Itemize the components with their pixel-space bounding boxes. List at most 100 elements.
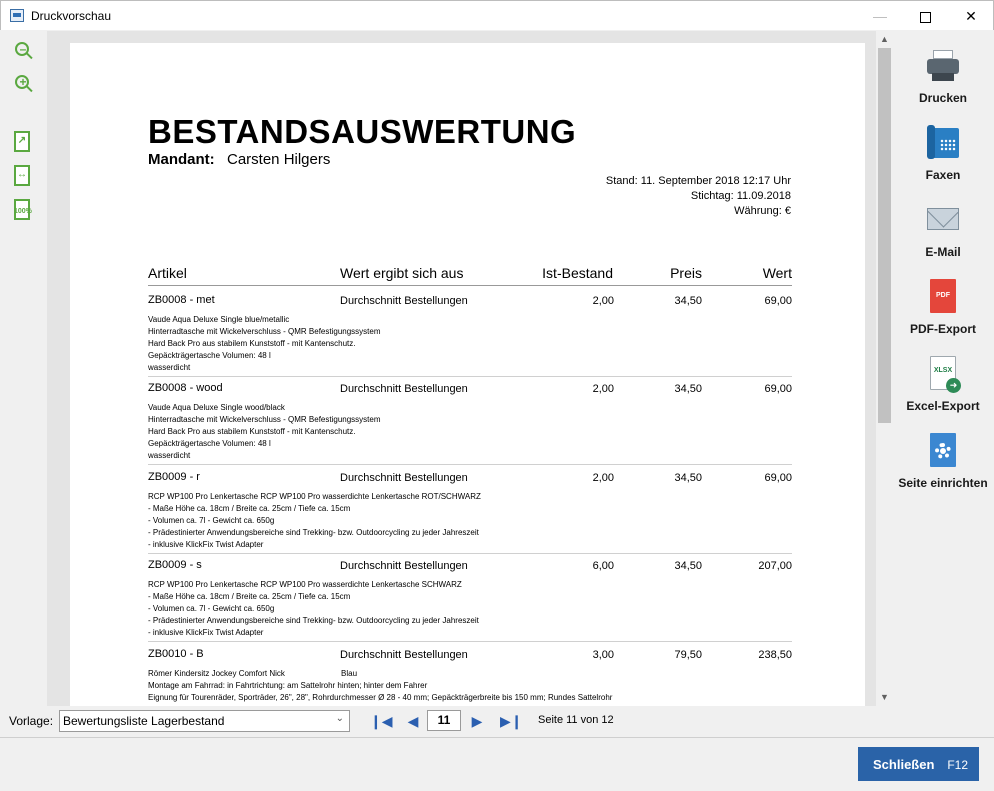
print-label: Drucken (918, 91, 968, 105)
page-setup-button[interactable]: Seite einrichten (897, 433, 989, 497)
header-divider (148, 285, 792, 286)
scroll-down-icon[interactable]: ▼ (876, 689, 893, 706)
column-header-wert: Wert (762, 265, 792, 281)
fit-page-icon: ↗ (14, 131, 30, 152)
bestand-cell: 6,00 (592, 560, 614, 572)
scroll-thumb[interactable] (878, 48, 891, 423)
row-divider (148, 464, 792, 465)
bestand-cell: 3,00 (592, 649, 614, 661)
column-header-ist-bestand: Ist-Bestand (542, 265, 613, 281)
prev-page-button[interactable]: ◀ (402, 710, 424, 732)
email-label: E-Mail (925, 245, 961, 259)
scroll-up-icon[interactable]: ▲ (876, 31, 893, 48)
excel-icon: XLSX ➜ (927, 356, 961, 393)
quelle-cell: Durchschnitt Bestellungen (340, 383, 468, 395)
vorlage-select[interactable]: Bewertungsliste Lagerbestand ⌄ (59, 710, 350, 732)
preview-area[interactable]: BESTANDSAUSWERTUNG Mandant: Carsten Hilg… (47, 31, 876, 706)
fax-icon (927, 125, 959, 161)
prev-page-icon: ◀ (407, 713, 419, 729)
bestand-cell: 2,00 (592, 472, 614, 484)
preis-cell: 79,50 (674, 649, 702, 661)
first-page-button[interactable]: ❙◀ (370, 710, 393, 732)
description: Vaude Aqua Deluxe Single wood/black Hinte… (148, 403, 381, 460)
column-header-artikel: Artikel (148, 265, 187, 281)
excel-export-label: Excel-Export (906, 399, 980, 413)
quelle-cell: Durchschnitt Bestellungen (340, 649, 468, 661)
artikel-cell: ZB0009 - s (148, 559, 202, 571)
stichtag-text: Stichtag: 11.09.2018 (690, 190, 791, 202)
app-icon (10, 9, 24, 22)
chevron-down-icon: ⌄ (335, 713, 344, 724)
zoom-100-icon: 100% (14, 199, 32, 220)
last-page-button[interactable]: ▶❙ (500, 710, 523, 732)
description: Römer Kindersitz Jockey Comfort Nick Mont… (148, 669, 613, 702)
last-page-icon: ▶❙ (500, 713, 523, 729)
print-button[interactable]: Drucken (897, 48, 989, 112)
maximize-button[interactable] (902, 1, 948, 31)
vorlage-value: Bewertungsliste Lagerbestand (63, 714, 225, 728)
preis-cell: 34,50 (674, 472, 702, 484)
zoom-100-button[interactable]: 100% (11, 198, 35, 222)
preis-cell: 34,50 (674, 383, 702, 395)
pdf-export-button[interactable]: PDF PDF-Export (897, 279, 989, 343)
page-number-input[interactable]: 11 (427, 710, 461, 731)
description: Vaude Aqua Deluxe Single blue/metallic Hi… (148, 315, 381, 372)
fit-width-icon: ↔ (14, 165, 30, 186)
close-shortcut: F12 (947, 758, 968, 772)
row-divider (148, 376, 792, 377)
mail-icon (927, 202, 959, 238)
quelle-cell: Durchschnitt Bestellungen (340, 472, 468, 484)
excel-export-button[interactable]: XLSX ➜ Excel-Export (897, 356, 989, 420)
page-setup-icon (927, 433, 959, 469)
pdf-export-label: PDF-Export (910, 322, 976, 336)
fit-page-button[interactable]: ↗ (11, 130, 35, 154)
minimize-button[interactable]: — (857, 1, 903, 31)
description: RCP WP100 Pro Lenkertasche RCP WP100 Pro… (148, 580, 479, 637)
gear-icon (935, 443, 951, 459)
next-page-button[interactable]: ▶ (466, 710, 488, 732)
quelle-cell: Durchschnitt Bestellungen (340, 295, 468, 307)
email-button[interactable]: E-Mail (897, 202, 989, 266)
column-header-wert-aus: Wert ergibt sich aus (340, 265, 464, 281)
fax-label: Faxen (925, 168, 961, 182)
next-page-icon: ▶ (471, 713, 483, 729)
preis-cell: 34,50 (674, 560, 702, 572)
title-bar: Druckvorschau — ✕ (0, 0, 994, 30)
printer-icon (927, 48, 959, 84)
zoom-in-button[interactable]: + (11, 73, 35, 97)
mandant-value: Carsten Hilgers (227, 151, 331, 168)
artikel-cell: ZB0009 - r (148, 471, 200, 483)
artikel-cell: ZB0008 - met (148, 294, 215, 306)
page-info: Seite 11 von 12 (538, 714, 614, 726)
wert-cell: 69,00 (764, 383, 792, 395)
wert-cell: 69,00 (764, 295, 792, 307)
page-setup-label: Seite einrichten (898, 476, 988, 490)
pdf-icon: PDF (927, 279, 959, 315)
stand-text: Stand: 11. September 2018 12:17 Uhr (605, 175, 791, 187)
window-title: Druckvorschau (31, 9, 112, 23)
preis-cell: 34,50 (674, 295, 702, 307)
vorlage-label: Vorlage: (9, 714, 54, 728)
wert-cell: 207,00 (758, 560, 792, 572)
row-divider (148, 641, 792, 642)
first-page-icon: ❙◀ (370, 713, 393, 729)
fax-button[interactable]: Faxen (897, 125, 989, 189)
footer (0, 738, 994, 791)
waehrung-text: Währung: € (734, 205, 791, 217)
bestand-cell: 2,00 (592, 295, 614, 307)
description: RCP WP100 Pro Lenkertasche RCP WP100 Pro… (148, 492, 481, 549)
fit-width-button[interactable]: ↔ (11, 164, 35, 188)
row-divider (148, 553, 792, 554)
vertical-scrollbar[interactable]: ▲ ▼ (876, 31, 893, 706)
wert-cell: 238,50 (758, 649, 792, 661)
close-window-button[interactable]: ✕ (948, 1, 994, 31)
mandant-label: Mandant: (148, 151, 215, 168)
description-color: Blau (341, 669, 358, 678)
close-button[interactable]: Schließen F12 (858, 747, 979, 781)
zoom-out-button[interactable]: – (11, 40, 35, 64)
artikel-cell: ZB0008 - wood (148, 382, 223, 394)
arrow-right-icon: ➜ (946, 378, 961, 393)
close-label: Schließen (873, 757, 935, 772)
column-header-preis: Preis (670, 265, 702, 281)
report-title: BESTANDSAUSWERTUNG (148, 113, 577, 150)
